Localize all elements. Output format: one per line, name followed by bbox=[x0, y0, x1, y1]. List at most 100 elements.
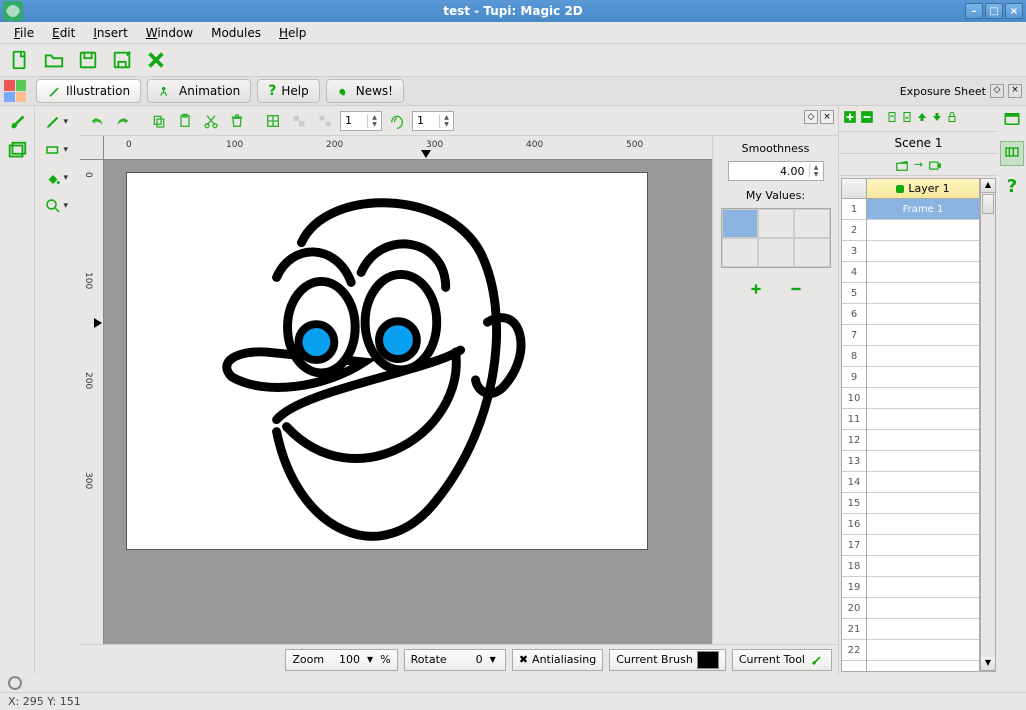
rotate-control[interactable]: Rotate ▼ bbox=[404, 649, 506, 671]
canvas-viewport[interactable]: 0 100 200 300 400 500 0 100 200 300 bbox=[80, 136, 712, 644]
current-tool[interactable]: Current Tool bbox=[732, 649, 832, 671]
brush-tool-icon[interactable] bbox=[6, 110, 28, 128]
tab-illustration[interactable]: Illustration bbox=[36, 79, 141, 103]
menu-modules[interactable]: Modules bbox=[203, 24, 269, 42]
palette-icon[interactable] bbox=[4, 80, 26, 102]
menu-file[interactable]: File bbox=[6, 24, 42, 42]
app-icon bbox=[3, 1, 23, 21]
pencil-tool[interactable]: ▾ bbox=[35, 108, 80, 136]
dock-float-icon[interactable]: ◇ bbox=[990, 84, 1004, 98]
antialias-toggle[interactable]: ✖ Antialiasing bbox=[512, 649, 603, 671]
saveas-button[interactable] bbox=[108, 46, 136, 74]
frame-cell[interactable] bbox=[867, 304, 979, 325]
frame-cell[interactable] bbox=[867, 451, 979, 472]
row-num: 5 bbox=[842, 283, 866, 304]
row-num: 19 bbox=[842, 577, 866, 598]
arrow-down-icon[interactable] bbox=[931, 110, 943, 127]
shape-tool[interactable]: ▾ bbox=[35, 136, 80, 164]
menu-window[interactable]: Window bbox=[138, 24, 201, 42]
minimize-button[interactable]: – bbox=[965, 3, 983, 19]
titlebar: test - Tupi: Magic 2D – □ × bbox=[0, 0, 1026, 22]
close-project-button[interactable] bbox=[142, 46, 170, 74]
frame-cell[interactable] bbox=[867, 241, 979, 262]
lock-icon[interactable] bbox=[946, 110, 958, 127]
clock-icon bbox=[8, 676, 22, 690]
open-button[interactable] bbox=[40, 46, 68, 74]
frame-cell[interactable] bbox=[867, 367, 979, 388]
remove-value-button[interactable] bbox=[788, 282, 804, 299]
layer-scrollbar[interactable]: ▲ ▼ bbox=[980, 178, 996, 672]
frame-cell[interactable] bbox=[867, 598, 979, 619]
timeline-icon[interactable] bbox=[1000, 141, 1024, 166]
smoothness-input[interactable]: 4.00▲▼ bbox=[728, 161, 824, 181]
canvas-dock-float[interactable]: ◇ bbox=[804, 110, 818, 124]
tab-animation[interactable]: Animation bbox=[147, 79, 251, 103]
values-table[interactable] bbox=[721, 208, 831, 268]
menu-help[interactable]: Help bbox=[271, 24, 314, 42]
current-brush[interactable]: Current Brush bbox=[609, 649, 726, 671]
menu-insert[interactable]: Insert bbox=[85, 24, 135, 42]
close-button[interactable]: × bbox=[1005, 3, 1023, 19]
library-icon[interactable] bbox=[6, 140, 28, 158]
grid-button[interactable] bbox=[262, 110, 284, 132]
frame-cell[interactable] bbox=[867, 514, 979, 535]
zoom-control[interactable]: Zoom ▼ % bbox=[285, 649, 397, 671]
tool-column: ▾ ▾ ▾ ▾ bbox=[34, 106, 80, 674]
scene-header[interactable]: Scene 1 bbox=[839, 132, 998, 154]
zoom-tool[interactable]: ▾ bbox=[35, 192, 80, 220]
frame-cell[interactable] bbox=[867, 619, 979, 640]
menu-edit[interactable]: Edit bbox=[44, 24, 83, 42]
move-down-icon[interactable] bbox=[901, 110, 913, 127]
frame-cell[interactable] bbox=[867, 640, 979, 661]
fill-tool[interactable]: ▾ bbox=[35, 164, 80, 192]
frame-cell[interactable] bbox=[867, 325, 979, 346]
tab-help[interactable]: ? Help bbox=[257, 79, 319, 103]
frame-cell[interactable] bbox=[867, 220, 979, 241]
copy-button[interactable] bbox=[148, 110, 170, 132]
row-num: 1 bbox=[842, 199, 866, 220]
row-num: 17 bbox=[842, 535, 866, 556]
canvas-dock-close[interactable]: × bbox=[820, 110, 834, 124]
frame-cell[interactable] bbox=[867, 493, 979, 514]
onion-button[interactable] bbox=[386, 110, 408, 132]
delete-button[interactable] bbox=[226, 110, 248, 132]
row-num: 22 bbox=[842, 640, 866, 661]
frame-cell[interactable] bbox=[867, 388, 979, 409]
frame-cell[interactable] bbox=[867, 535, 979, 556]
frame-cell[interactable] bbox=[867, 577, 979, 598]
group-button[interactable] bbox=[288, 110, 310, 132]
redo-button[interactable] bbox=[112, 110, 134, 132]
add-value-button[interactable] bbox=[748, 282, 764, 299]
frame-cell[interactable] bbox=[867, 409, 979, 430]
layer-column[interactable]: Layer 1 Frame 1 bbox=[867, 178, 980, 672]
exposure-sheet-panel: Scene 1 → 123456789101112131415161718192… bbox=[838, 106, 998, 674]
frame-cell[interactable] bbox=[867, 556, 979, 577]
help-icon[interactable]: ? bbox=[1007, 176, 1017, 197]
paste-button[interactable] bbox=[174, 110, 196, 132]
scenes-icon[interactable] bbox=[1002, 110, 1022, 131]
frame-cell[interactable] bbox=[867, 283, 979, 304]
ungroup-button[interactable] bbox=[314, 110, 336, 132]
row-num: 11 bbox=[842, 409, 866, 430]
add-frame-icon[interactable] bbox=[843, 110, 857, 127]
save-button[interactable] bbox=[74, 46, 102, 74]
remove-frame-icon[interactable] bbox=[860, 110, 874, 127]
frame-cell-1[interactable]: Frame 1 bbox=[867, 199, 979, 220]
canvas[interactable] bbox=[126, 172, 648, 550]
cut-button[interactable] bbox=[200, 110, 222, 132]
tab-news[interactable]: News! bbox=[326, 79, 404, 103]
brush-color-swatch[interactable] bbox=[697, 651, 719, 669]
frame-spin-2[interactable]: ▲▼ bbox=[412, 111, 454, 131]
frame-cell[interactable] bbox=[867, 262, 979, 283]
dock-close-icon[interactable]: × bbox=[1008, 84, 1022, 98]
frame-cell[interactable] bbox=[867, 430, 979, 451]
frame-spin-1[interactable]: ▲▼ bbox=[340, 111, 382, 131]
layer-header[interactable]: Layer 1 bbox=[867, 179, 979, 199]
undo-button[interactable] bbox=[86, 110, 108, 132]
new-button[interactable] bbox=[6, 46, 34, 74]
maximize-button[interactable]: □ bbox=[985, 3, 1003, 19]
arrow-up-icon[interactable] bbox=[916, 110, 928, 127]
move-up-icon[interactable] bbox=[886, 110, 898, 127]
frame-cell[interactable] bbox=[867, 472, 979, 493]
frame-cell[interactable] bbox=[867, 346, 979, 367]
